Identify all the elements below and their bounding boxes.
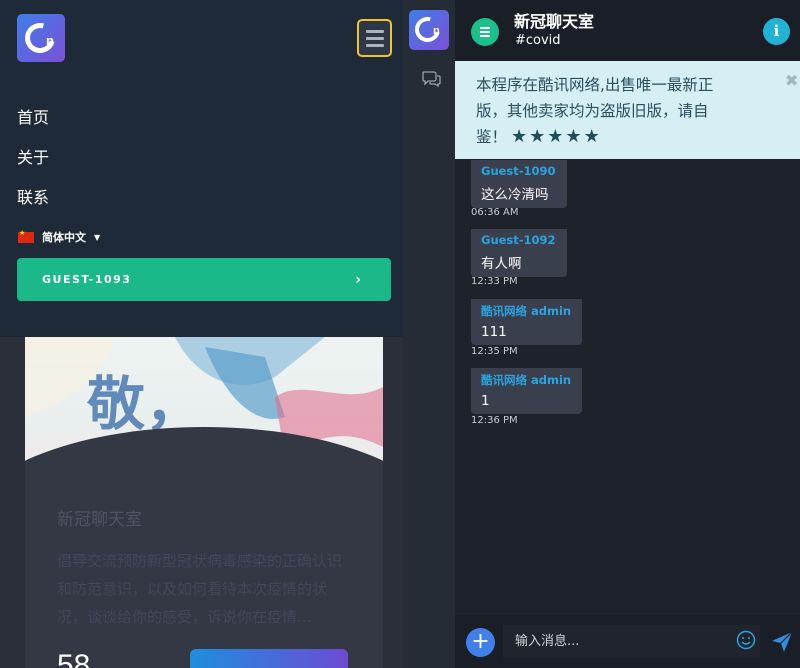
nav-link-home[interactable]: 首页: [17, 104, 49, 128]
message-time: 06:36 AM: [471, 207, 519, 218]
menu-bar: [480, 27, 490, 29]
hamburger-menu-button[interactable]: [357, 19, 392, 57]
chat-bubbles-icon[interactable]: [422, 70, 442, 88]
chat-message: 酷讯网络 admin 111: [471, 299, 583, 345]
menu-bar: [480, 31, 490, 33]
chat-panel: 新冠聊天室 #covid i 本程序在酷讯网络,出售唯一最新正版，其他卖家均为盗…: [455, 0, 800, 668]
message-text: 有人啊: [481, 256, 522, 272]
room-card-image: 敬，: [25, 337, 383, 479]
message-text: 111: [481, 324, 507, 340]
message-text: 1: [481, 393, 490, 409]
info-icon[interactable]: i: [763, 18, 790, 45]
message-sender[interactable]: Guest-1092: [481, 233, 556, 247]
chat-message: Guest-1092 有人啊: [471, 229, 567, 277]
message-text: 这么冷清吗: [481, 187, 549, 203]
message-time: 12:35 PM: [471, 346, 518, 357]
logo-ring-icon: [19, 17, 61, 59]
hamburger-bar: [365, 43, 384, 47]
room-card[interactable]: 敬， 新冠聊天室 倡导交流预防新型冠状病毒感染的正确认识和防范意识，以及如何看待…: [25, 337, 383, 668]
emoji-icon[interactable]: [736, 630, 756, 650]
join-room-button[interactable]: [190, 649, 348, 668]
caret-down-icon: ▼: [94, 232, 101, 242]
nav-menu: n 首页 关于 联系 简体中文 ▼ GUEST-1093 ›: [0, 0, 403, 337]
logo-letter: n: [433, 25, 440, 37]
message-input[interactable]: [503, 625, 760, 658]
guest-user-label: GUEST-1093: [42, 273, 132, 286]
room-menu-button[interactable]: [471, 18, 499, 46]
hamburger-bar: [365, 29, 384, 33]
language-label: 简体中文: [42, 231, 86, 244]
site-logo[interactable]: n: [17, 14, 65, 62]
app-sidebar: n: [403, 0, 455, 668]
sidebar-logo[interactable]: n: [409, 10, 449, 50]
menu-bar: [480, 35, 490, 37]
star-rating: ★★★★★: [511, 126, 602, 147]
mobile-site-panel: 敬， 新冠聊天室 倡导交流预防新型冠状病毒感染的正确认识和防范意识，以及如何看待…: [0, 0, 403, 668]
logo-letter: n: [46, 33, 54, 48]
nav-link-contact[interactable]: 联系: [17, 184, 49, 208]
notice-text: 本程序在酷讯网络,出售唯一最新正版，其他卖家均为盗版旧版，请自鉴！ ★★★★★: [476, 72, 736, 150]
message-sender[interactable]: 酷讯网络 admin: [481, 303, 571, 319]
room-title: 新冠聊天室: [514, 12, 595, 31]
china-flag-icon: [18, 229, 34, 243]
message-sender[interactable]: Guest-1090: [481, 164, 556, 178]
notice-banner: 本程序在酷讯网络,出售唯一最新正版，其他卖家均为盗版旧版，请自鉴！ ★★★★★ ✖: [455, 61, 800, 159]
chat-message: Guest-1090 这么冷清吗: [471, 160, 567, 208]
room-card-count: 58: [57, 649, 91, 668]
room-tag: #covid: [515, 33, 561, 48]
nav-link-about[interactable]: 关于: [17, 144, 49, 168]
message-time: 12:33 PM: [471, 276, 518, 287]
chat-header: 新冠聊天室 #covid i: [455, 0, 800, 61]
message-time: 12:36 PM: [471, 415, 518, 426]
room-card-title: 新冠聊天室: [57, 510, 142, 530]
hamburger-bar: [365, 36, 384, 40]
message-sender[interactable]: 酷讯网络 admin: [481, 372, 571, 388]
language-selector[interactable]: 简体中文 ▼: [18, 229, 100, 245]
room-card-description: 倡导交流预防新型冠状病毒感染的正确认识和防范意识，以及如何看待本次疫情的状况，谈…: [57, 552, 343, 626]
chevron-right-icon: ›: [355, 271, 361, 288]
add-attachment-button[interactable]: +: [466, 628, 495, 657]
send-icon[interactable]: [771, 631, 793, 653]
chat-message: 酷讯网络 admin 1: [471, 368, 583, 414]
guest-user-button[interactable]: GUEST-1093 ›: [17, 258, 391, 301]
close-icon[interactable]: ✖: [785, 71, 798, 90]
message-composer: +: [455, 615, 800, 668]
